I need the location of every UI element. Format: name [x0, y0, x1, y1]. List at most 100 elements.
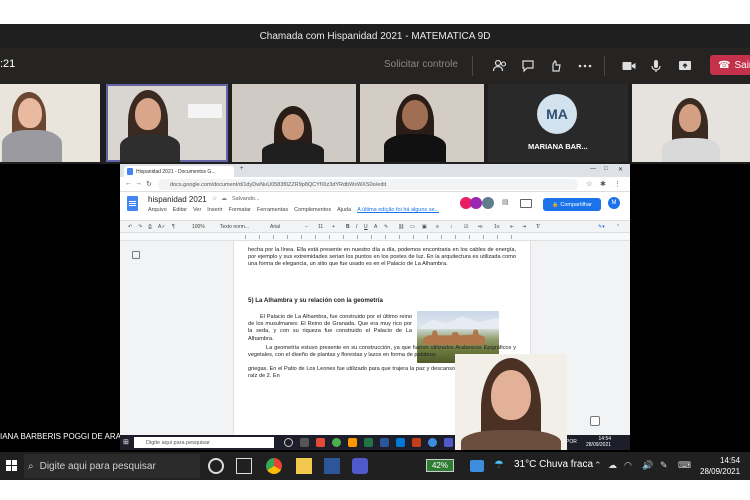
shared-clock[interactable]: 14:54 28/09/2021 — [586, 436, 611, 448]
excel-icon[interactable] — [364, 438, 373, 447]
app-icon[interactable] — [316, 438, 325, 447]
menu-view[interactable]: Ver — [193, 207, 201, 213]
collapse-icon[interactable]: ⌃ — [616, 224, 620, 230]
cortana-icon[interactable] — [208, 458, 224, 474]
collaborator-avatar[interactable] — [470, 197, 482, 209]
line-spacing-icon[interactable]: ↕ — [450, 224, 453, 230]
back-icon[interactable]: ← — [125, 180, 132, 187]
redo-icon[interactable]: ↷ — [138, 224, 142, 230]
language-indicator[interactable]: POR — [566, 439, 577, 445]
close-icon[interactable]: ✕ — [618, 166, 623, 173]
task-view-icon[interactable] — [236, 458, 252, 474]
word-icon[interactable] — [324, 458, 340, 474]
battery-indicator[interactable]: 42% — [426, 459, 454, 472]
font-select[interactable]: Arial — [270, 224, 280, 230]
font-size-plus-icon[interactable]: + — [332, 224, 335, 230]
chrome-icon[interactable] — [266, 458, 282, 474]
reload-icon[interactable]: ↻ — [146, 180, 152, 188]
presenter-video[interactable] — [455, 354, 567, 450]
request-control-button[interactable]: Solicitar controle — [384, 59, 458, 70]
menu-format[interactable]: Formatar — [229, 207, 251, 213]
share-button[interactable]: Compartilhar — [543, 198, 601, 211]
participant-video-6[interactable] — [632, 84, 750, 162]
leave-button[interactable]: ☎ Sair — [710, 55, 750, 75]
checklist-icon[interactable]: ☑ — [464, 224, 468, 230]
keyboard-icon[interactable]: ⌨ — [678, 460, 691, 471]
cortana-icon[interactable] — [284, 438, 293, 447]
comment-icon[interactable]: ▭ — [410, 224, 415, 230]
windows-start-icon[interactable]: ⊞ — [123, 438, 129, 446]
align-icon[interactable]: ≡ — [436, 224, 439, 230]
app-tray-icon[interactable] — [470, 460, 484, 472]
clear-format-icon[interactable]: T̸ — [536, 224, 539, 230]
font-size-field[interactable]: 11 — [318, 224, 323, 230]
reactions-icon[interactable] — [546, 56, 566, 76]
chrome-icon[interactable] — [332, 438, 341, 447]
onedrive-icon[interactable]: ☁ — [608, 460, 617, 471]
menu-tools[interactable]: Ferramentas — [257, 207, 288, 213]
new-tab-icon[interactable]: + — [240, 166, 244, 172]
highlight-icon[interactable]: ✎ — [384, 224, 388, 230]
document-title[interactable]: hispanidad 2021 — [148, 195, 207, 204]
menu-file[interactable]: Arquivo — [148, 207, 167, 213]
camera-icon[interactable] — [619, 56, 639, 76]
style-select[interactable]: Texto norm... — [220, 224, 249, 230]
teams-icon[interactable] — [352, 458, 368, 474]
participant-video-2[interactable] — [106, 84, 228, 162]
text-color-icon[interactable]: A — [374, 224, 377, 230]
edge-icon[interactable] — [428, 438, 437, 447]
wifi-icon[interactable]: ◠ — [624, 460, 632, 471]
image-icon[interactable]: ▣ — [422, 224, 427, 230]
taskbar-clock[interactable]: 14:54 28/09/2021 — [700, 455, 740, 477]
font-size-minus-icon[interactable]: − — [305, 224, 308, 230]
print-icon[interactable]: ⎙ — [148, 224, 152, 230]
app-icon[interactable] — [348, 438, 357, 447]
file-explorer-icon[interactable] — [296, 458, 312, 474]
show-hidden-icons[interactable]: ⌃ — [594, 460, 602, 471]
collaborator-avatar[interactable] — [482, 197, 494, 209]
underline-icon[interactable]: U — [364, 224, 368, 230]
bullets-icon[interactable]: •≡ — [478, 224, 483, 230]
browser-tab[interactable]: Hispanidad 2021 - Documentos G... — [124, 166, 234, 177]
browser-menu-icon[interactable]: ⋮ — [614, 180, 621, 188]
forward-icon[interactable]: → — [135, 180, 142, 187]
url-field[interactable]: docs.google.com/document/d/1dyDwNuU0583f… — [158, 179, 578, 190]
indent-icon[interactable]: ⇤ — [510, 224, 514, 230]
chat-icon[interactable] — [518, 56, 538, 76]
weather-status[interactable]: 31°C Chuva fraca — [514, 459, 593, 470]
pen-icon[interactable]: ✎ — [660, 460, 668, 471]
mail-icon[interactable] — [396, 438, 405, 447]
menu-insert[interactable]: Inserir — [207, 207, 222, 213]
volume-icon[interactable]: 🔊 — [642, 460, 653, 471]
star-icon[interactable]: ☆ — [212, 195, 217, 202]
numbered-list-icon[interactable]: 1≡ — [494, 224, 500, 230]
share-screen-icon[interactable] — [675, 56, 695, 76]
minimize-icon[interactable]: — — [590, 166, 596, 172]
docs-logo-icon[interactable] — [127, 196, 138, 211]
ruler[interactable] — [120, 233, 630, 241]
bold-icon[interactable]: B — [346, 224, 350, 230]
participant-video-4[interactable] — [360, 84, 484, 162]
undo-icon[interactable]: ↶ — [128, 224, 132, 230]
zoom-select[interactable]: 100% — [192, 224, 205, 230]
menu-edit[interactable]: Editar — [173, 207, 187, 213]
participant-video-1[interactable] — [0, 84, 100, 162]
comments-icon[interactable]: ▤ — [502, 198, 509, 206]
taskbar-search-box[interactable]: ⌕ Digite aqui para pesquisar — [24, 454, 200, 478]
last-edit-link[interactable]: A última edição foi há alguns se... — [357, 207, 439, 213]
extensions-icon[interactable]: ✱ — [600, 180, 606, 188]
microphone-icon[interactable] — [646, 56, 666, 76]
participant-video-3[interactable] — [232, 84, 356, 162]
menu-help[interactable]: Ajuda — [337, 207, 351, 213]
spellcheck-icon[interactable]: A✓ — [158, 224, 166, 230]
italic-icon[interactable]: I — [356, 224, 357, 230]
outdent-icon[interactable]: ⇥ — [522, 224, 526, 230]
paint-format-icon[interactable]: ¶ — [172, 224, 175, 230]
teams-icon[interactable] — [444, 438, 453, 447]
windows-start-icon[interactable] — [6, 460, 18, 472]
participants-icon[interactable] — [490, 56, 510, 76]
powerpoint-icon[interactable] — [412, 438, 421, 447]
menu-addons[interactable]: Complementos — [294, 207, 331, 213]
word-icon[interactable] — [380, 438, 389, 447]
outline-icon[interactable] — [132, 251, 140, 259]
